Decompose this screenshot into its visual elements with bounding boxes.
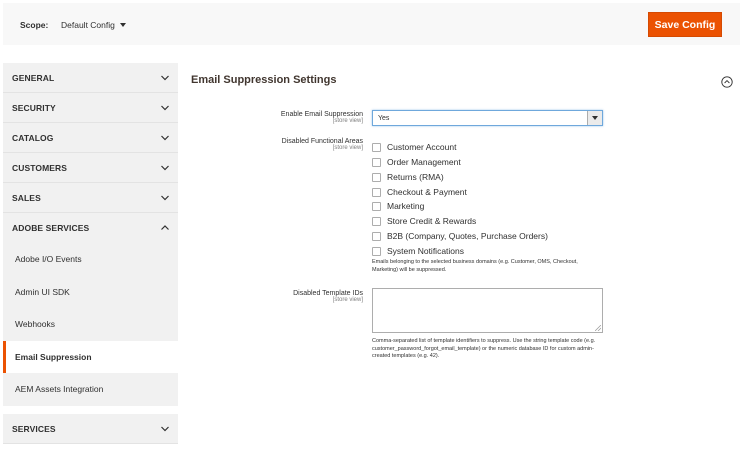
sidebar-item-admin-ui-sdk[interactable]: Admin UI SDK — [3, 276, 178, 309]
sidebar-item-webhooks[interactable]: Webhooks — [3, 308, 178, 341]
field-label-text: Disabled Template IDs — [293, 290, 363, 297]
caret-down-icon — [592, 116, 598, 120]
template-ids-textarea[interactable] — [372, 288, 603, 333]
checkbox[interactable] — [372, 216, 381, 226]
scope-value: Default Config — [61, 20, 115, 30]
chevron-down-icon — [161, 426, 169, 431]
section-title: Email Suppression Settings — [191, 74, 337, 86]
scope-label: Scope: — [20, 20, 49, 30]
checkbox[interactable] — [372, 246, 381, 256]
functional-areas-label: Disabled Functional Areas [store view] — [203, 138, 363, 151]
nav-section-label: ADOBE SERVICES — [12, 223, 90, 233]
config-sidebar: GENERAL SECURITY CATALOG CUSTOMERS SALES… — [3, 63, 178, 444]
nav-section-services[interactable]: SERVICES — [3, 413, 178, 444]
select-arrow — [587, 111, 602, 125]
checkbox[interactable] — [372, 142, 381, 152]
checkbox-label: Store Credit & Rewards — [387, 216, 477, 226]
nav-section-catalog[interactable]: CATALOG — [3, 123, 178, 153]
nav-section-security[interactable]: SECURITY — [3, 93, 178, 123]
checkbox-b2b[interactable]: B2B (Company, Quotes, Purchase Orders) — [372, 230, 548, 242]
template-ids-note: Comma-separated list of template identif… — [372, 338, 596, 359]
field-label-text: Disabled Functional Areas — [281, 138, 363, 145]
sidebar-item-label: Webhooks — [15, 319, 56, 329]
adobe-services-items: Adobe I/O Events Admin UI SDK Webhooks E… — [3, 243, 178, 406]
checkbox[interactable] — [372, 187, 381, 197]
save-config-button[interactable]: Save Config — [648, 12, 722, 37]
sidebar-item-label: Admin UI SDK — [15, 286, 70, 297]
checkbox-store-credit-rewards[interactable]: Store Credit & Rewards — [372, 215, 476, 227]
nav-section-label: CUSTOMERS — [12, 163, 68, 173]
sidebar-item-email-suppression[interactable]: Email Suppression — [3, 340, 178, 373]
checkbox-label: Order Management — [387, 157, 461, 167]
checkbox-customer-account[interactable]: Customer Account — [372, 141, 456, 153]
store-view-scope-note: [store view] — [332, 118, 363, 124]
checkbox-checkout-payment[interactable]: Checkout & Payment — [372, 186, 467, 198]
chevron-down-icon — [161, 75, 169, 81]
checkbox-label: B2B (Company, Quotes, Purchase Orders) — [387, 231, 548, 241]
resize-grip-icon[interactable] — [595, 325, 601, 331]
checkbox-label: Marketing — [387, 201, 425, 211]
checkbox-label: Customer Account — [387, 142, 457, 152]
chevron-down-icon — [161, 165, 169, 171]
nav-section-label: SALES — [12, 193, 41, 203]
scope-switcher[interactable]: Default Config — [61, 20, 126, 30]
checkbox[interactable] — [372, 201, 381, 211]
nav-section-sales[interactable]: SALES — [3, 183, 178, 213]
select-value: Yes — [378, 114, 390, 122]
checkbox-system-notifications[interactable]: System Notifications — [372, 245, 464, 257]
checkbox-label: Checkout & Payment — [387, 187, 467, 197]
sidebar-item-aem-assets-integration[interactable]: AEM Assets Integration — [3, 373, 178, 406]
sidebar-item-label: Adobe I/O Events — [15, 254, 82, 264]
checkbox-label: System Notifications — [387, 246, 464, 256]
enable-suppression-label: Enable Email Suppression [store view] — [203, 111, 363, 124]
chevron-down-icon — [161, 105, 169, 111]
checkbox[interactable] — [372, 172, 381, 182]
checkbox-returns-rma[interactable]: Returns (RMA) — [372, 171, 444, 183]
sidebar-item-label: Email Suppression — [15, 351, 92, 362]
nav-section-adobe-services[interactable]: ADOBE SERVICES — [3, 213, 178, 243]
caret-down-icon — [119, 23, 126, 27]
nav-section-label: CATALOG — [12, 133, 54, 143]
enable-suppression-select[interactable]: Yes — [372, 110, 603, 126]
checkbox[interactable] — [372, 231, 381, 241]
checkbox-label: Returns (RMA) — [387, 172, 444, 182]
chevron-up-icon — [161, 225, 169, 230]
chevron-down-icon — [161, 135, 169, 141]
functional-areas-note: Emails belonging to the selected busines… — [372, 259, 578, 273]
chevron-down-icon — [161, 195, 169, 201]
template-ids-label: Disabled Template IDs [store view] — [203, 290, 363, 303]
scope-bar: Scope: Default Config — [3, 3, 740, 45]
store-view-scope-note: [store view] — [332, 297, 363, 303]
nav-section-customers[interactable]: CUSTOMERS — [3, 153, 178, 183]
nav-section-label: GENERAL — [12, 73, 55, 83]
nav-section-general[interactable]: GENERAL — [3, 63, 178, 93]
sidebar-item-adobe-io-events[interactable]: Adobe I/O Events — [3, 243, 178, 276]
collapse-circle-icon[interactable] — [721, 76, 733, 88]
store-view-scope-note: [store view] — [332, 145, 363, 151]
sidebar-item-label: AEM Assets Integration — [15, 384, 104, 394]
nav-section-label: SERVICES — [12, 423, 56, 434]
checkbox-marketing[interactable]: Marketing — [372, 200, 424, 212]
field-label-text: Enable Email Suppression — [280, 111, 363, 118]
checkbox[interactable] — [372, 157, 381, 167]
checkbox-order-management[interactable]: Order Management — [372, 156, 461, 168]
nav-section-label: SECURITY — [12, 103, 56, 113]
